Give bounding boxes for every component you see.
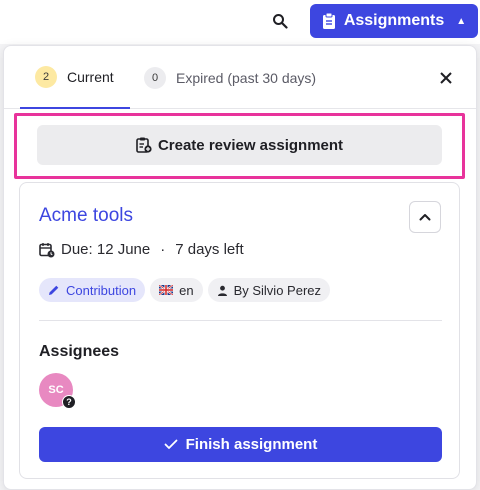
contribution-tag: Contribution bbox=[39, 278, 146, 302]
assignees-heading: Assignees bbox=[39, 343, 120, 360]
question-mark-icon: ? bbox=[62, 395, 76, 409]
collapse-button[interactable] bbox=[409, 201, 441, 233]
check-icon bbox=[164, 439, 178, 449]
finish-assignment-label: Finish assignment bbox=[185, 436, 318, 453]
language-label: en bbox=[179, 282, 194, 298]
assignments-panel: 2 Current 0 Expired (past 30 days) Creat… bbox=[3, 45, 477, 490]
finish-assignment-button[interactable]: Finish assignment bbox=[39, 427, 442, 462]
due-row: Due: 12 June · 7 days left bbox=[39, 241, 244, 258]
close-button[interactable] bbox=[436, 68, 456, 88]
tab-current[interactable]: 2 Current bbox=[20, 46, 130, 109]
close-icon bbox=[440, 72, 452, 84]
assignments-button[interactable]: Assignments ▲ bbox=[310, 4, 478, 38]
tab-expired-label: Expired (past 30 days) bbox=[176, 69, 317, 86]
author-label: By Silvio Perez bbox=[233, 282, 321, 298]
chevron-up-icon bbox=[419, 214, 431, 221]
top-bar: Assignments ▲ bbox=[0, 0, 480, 44]
create-review-assignment-button[interactable]: Create review assignment bbox=[37, 125, 442, 165]
assignment-card: Acme tools Due: 12 June · 7 days left Co… bbox=[19, 182, 460, 479]
calendar-clock-icon bbox=[39, 242, 55, 257]
create-review-assignment-label: Create review assignment bbox=[157, 136, 344, 154]
search-button[interactable] bbox=[266, 9, 294, 33]
uk-flag-icon bbox=[159, 285, 174, 295]
due-date: Due: 12 June bbox=[61, 241, 151, 258]
assignment-title[interactable]: Acme tools bbox=[39, 205, 133, 227]
tab-bar: 2 Current 0 Expired (past 30 days) bbox=[4, 46, 476, 109]
time-left: 7 days left bbox=[175, 241, 244, 258]
tab-expired[interactable]: 0 Expired (past 30 days) bbox=[144, 46, 316, 109]
person-icon bbox=[217, 285, 227, 296]
current-count-badge: 2 bbox=[35, 65, 57, 88]
caret-up-icon: ▲ bbox=[456, 15, 467, 27]
contribution-label: Contribution bbox=[66, 282, 137, 298]
due-separator: · bbox=[160, 241, 166, 258]
search-icon bbox=[273, 14, 288, 29]
tab-current-label: Current bbox=[67, 68, 114, 85]
clipboard-icon bbox=[322, 13, 335, 29]
assignments-label: Assignments bbox=[343, 12, 445, 29]
divider bbox=[39, 320, 442, 321]
expired-count-badge: 0 bbox=[144, 66, 166, 89]
clipboard-add-icon bbox=[136, 137, 152, 153]
tag-list: Contribution en By Silvio Perez bbox=[39, 278, 330, 302]
language-tag: en bbox=[150, 278, 203, 302]
pencil-icon bbox=[49, 285, 59, 295]
author-tag: By Silvio Perez bbox=[207, 278, 330, 302]
